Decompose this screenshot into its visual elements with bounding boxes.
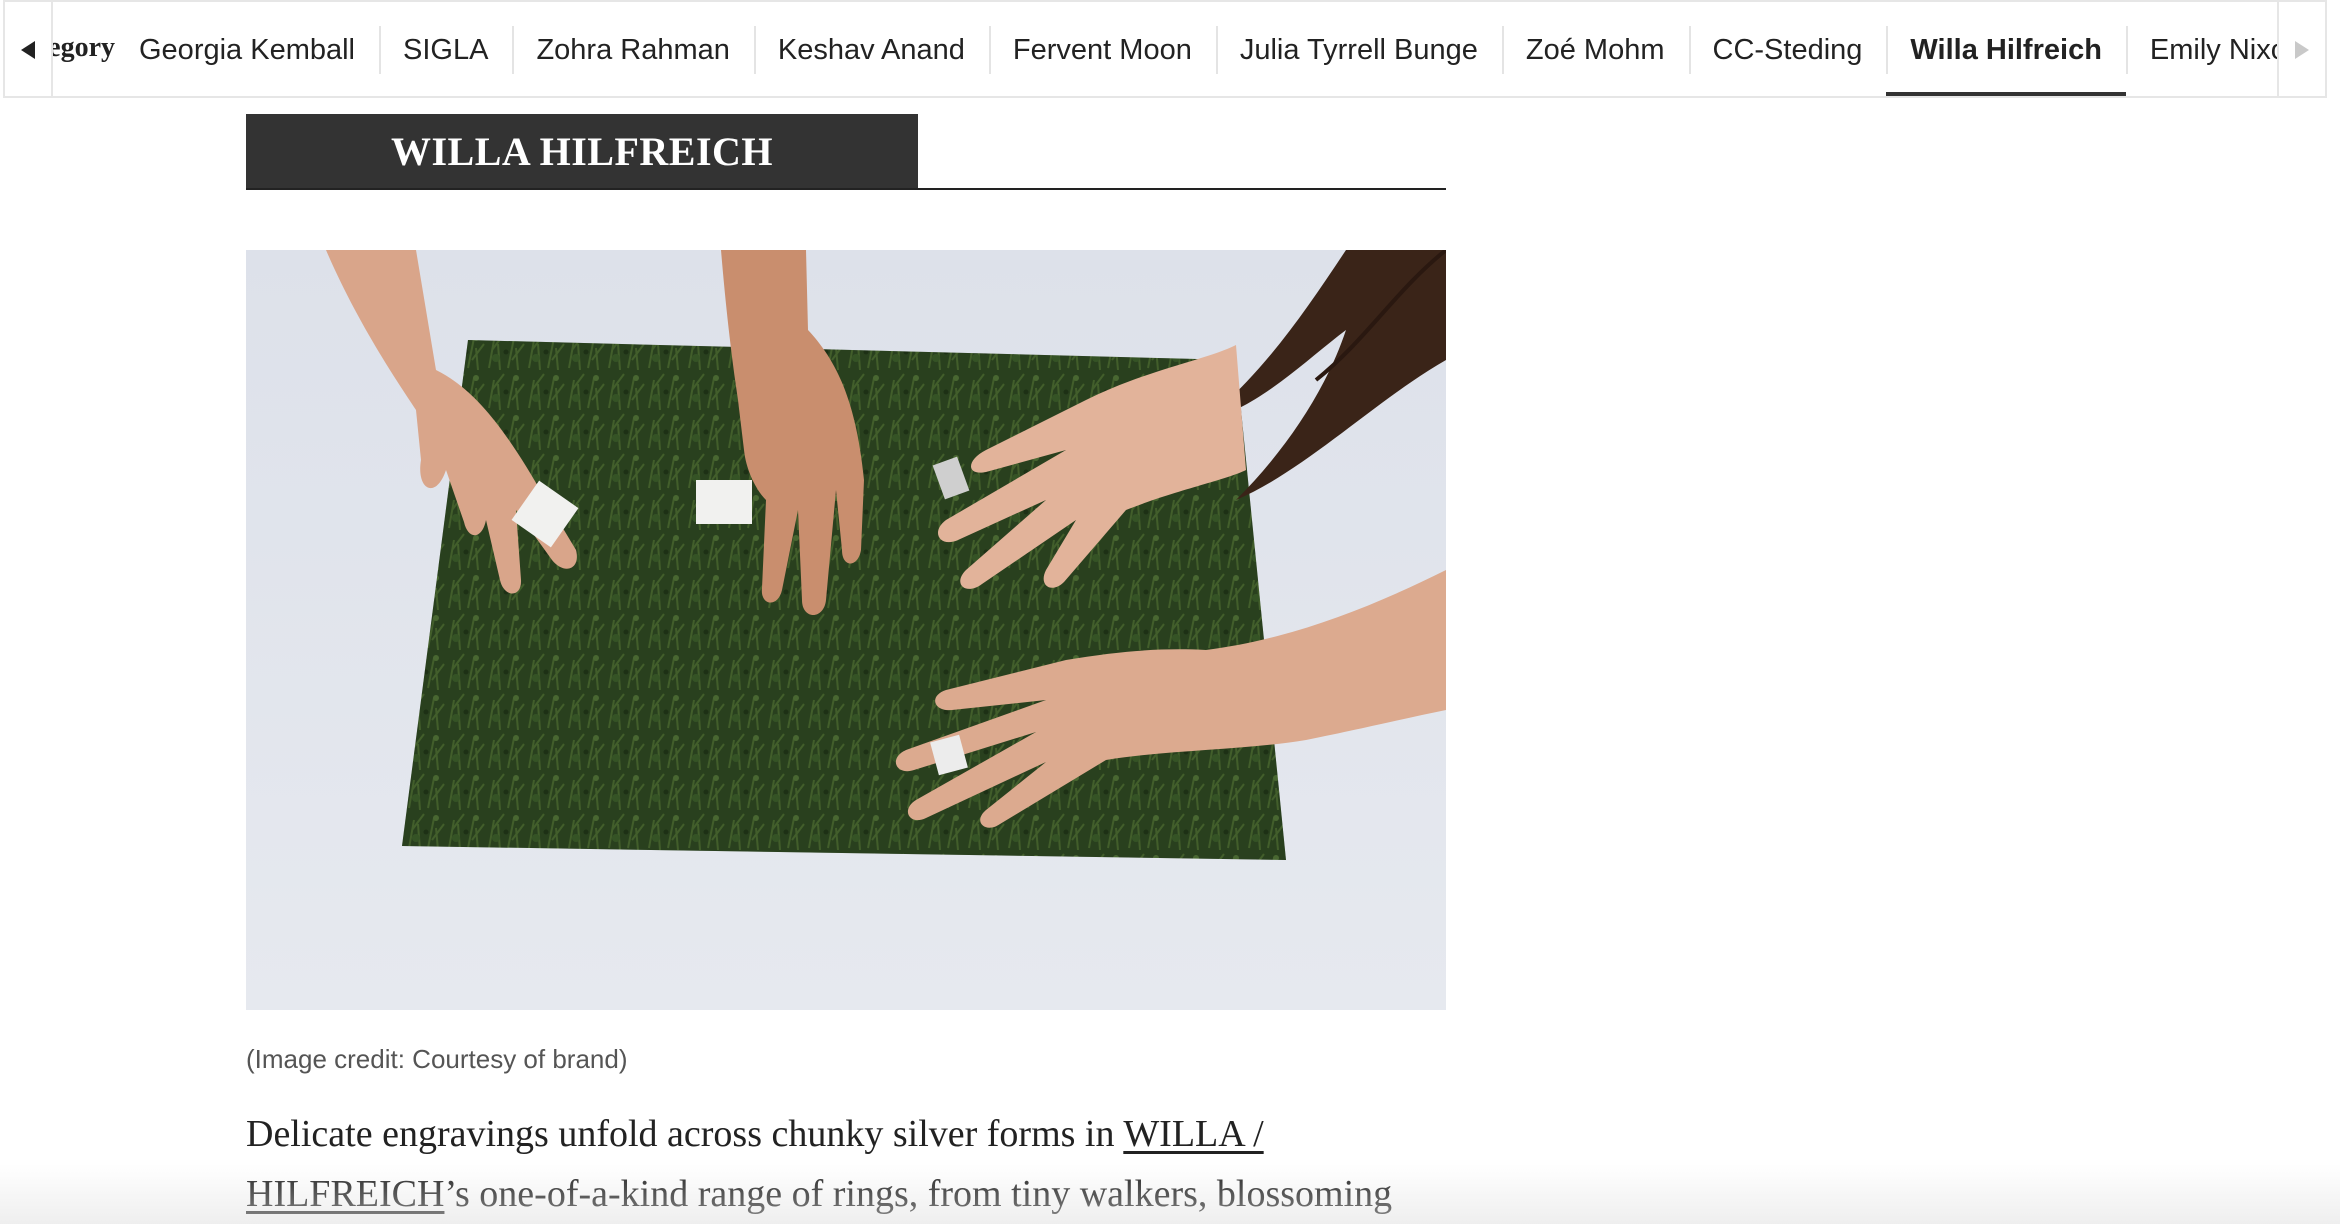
- tab-julia-tyrrell-bunge[interactable]: Julia Tyrrell Bunge: [1215, 2, 1502, 96]
- tab-cc-steding[interactable]: CC-Steding: [1688, 2, 1887, 96]
- category-tabs: Georgia Kemball SIGLA Zohra Rahman Kesha…: [115, 2, 2325, 96]
- article-photo: [246, 250, 1446, 1010]
- category-carousel: Category: Georgia Kemball SIGLA Zohra Ra…: [3, 0, 2327, 98]
- tab-zohra-rahman[interactable]: Zohra Rahman: [512, 2, 753, 96]
- image-caption: (Image credit: Courtesy of brand): [246, 1044, 628, 1074]
- carousel-prev-button[interactable]: [5, 2, 53, 96]
- tab-fervent-moon[interactable]: Fervent Moon: [988, 2, 1216, 96]
- tab-keshav-anand[interactable]: Keshav Anand: [753, 2, 989, 96]
- chevron-left-icon: [21, 41, 35, 59]
- tab-zoe-mohm[interactable]: Zoé Mohm: [1501, 2, 1689, 96]
- paragraph-intro: Delicate engravings unfold across chunky…: [246, 1113, 1124, 1155]
- tab-georgia-kemball[interactable]: Georgia Kemball: [115, 2, 379, 96]
- carousel-next-button[interactable]: [2277, 2, 2325, 96]
- chevron-right-icon: [2295, 41, 2309, 59]
- tab-sigla[interactable]: SIGLA: [379, 2, 512, 96]
- paragraph-rest: ’s one-of-a-kind range of rings, from ti…: [444, 1173, 1393, 1215]
- section-heading-row: WILLA HILFREICH: [246, 114, 1446, 190]
- section-heading: WILLA HILFREICH: [246, 114, 918, 188]
- tab-willa-hilfreich[interactable]: Willa Hilfreich: [1886, 2, 2126, 96]
- article-paragraph: Delicate engravings unfold across chunky…: [246, 1104, 1466, 1224]
